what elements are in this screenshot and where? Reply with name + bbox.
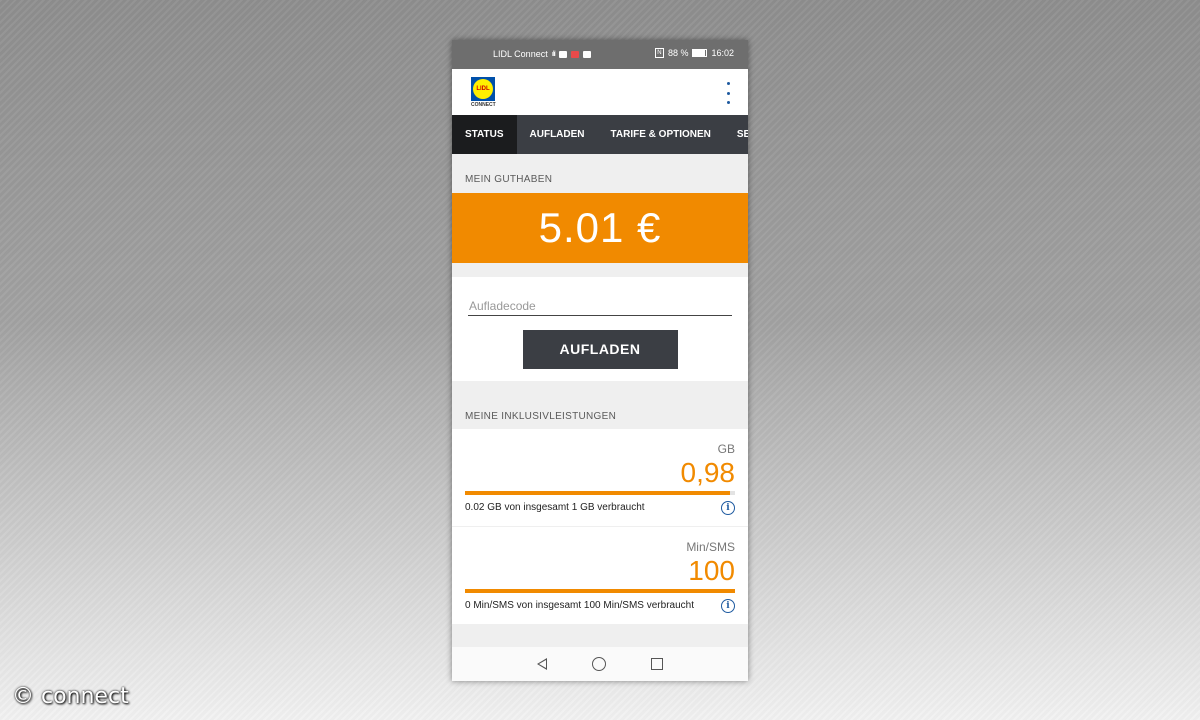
recharge-card: Aufladecode AUFLADEN (452, 277, 748, 381)
info-icon[interactable]: i (721, 501, 735, 515)
data-usage-text: 0.02 GB von insgesamt 1 GB verbraucht (465, 502, 645, 513)
signal-icon: ılıl (551, 50, 556, 58)
app-notification-icon (570, 50, 579, 58)
logo-circle: LIDL (473, 79, 493, 99)
minutes-sms-card: Min/SMS 100 0 Min/SMS von insgesamt 100 … (452, 527, 748, 624)
minutes-sms-usage-text: 0 Min/SMS von insgesamt 100 Min/SMS verb… (465, 600, 694, 611)
minutes-sms-progress-fill (465, 589, 735, 593)
carrier-name: LIDL Connect (493, 49, 548, 59)
android-nav-bar (452, 647, 748, 681)
balance-label: MEIN GUTHABEN (465, 174, 553, 185)
nfc-icon: N (654, 48, 664, 58)
phone-screen: LIDL Connect ılıl N 88 % 16:02 LIDL CONN… (452, 40, 748, 681)
tab-service[interactable]: SERVI (724, 115, 748, 154)
data-progress-fill (465, 491, 730, 495)
clock: 16:02 (711, 48, 734, 58)
data-unit: GB (717, 442, 735, 456)
battery-percent: 88 % (667, 48, 689, 58)
battery-icon (692, 49, 708, 57)
tab-tarife-optionen[interactable]: TARIFE & OPTIONEN (598, 115, 724, 154)
tab-status[interactable]: STATUS (452, 115, 517, 154)
lidl-connect-logo: LIDL CONNECT (471, 77, 496, 108)
balance-value: 5.01 € (452, 193, 748, 263)
data-usage-card: GB 0,98 0.02 GB von insgesamt 1 GB verbr… (452, 429, 748, 526)
info-icon[interactable]: i (721, 599, 735, 613)
minutes-sms-remaining: 100 (688, 555, 735, 586)
home-icon[interactable] (592, 657, 606, 671)
connect-watermark: © connect (12, 684, 129, 709)
back-icon[interactable] (537, 658, 547, 670)
tab-bar: STATUS AUFLADEN TARIFE & OPTIONEN SERVI (452, 115, 748, 154)
image-notification-icon (582, 50, 591, 58)
tab-aufladen[interactable]: AUFLADEN (517, 115, 598, 154)
inclusive-label: MEINE INKLUSIVLEISTUNGEN (465, 411, 617, 422)
recharge-button[interactable]: AUFLADEN (522, 330, 678, 369)
menu-dot (726, 101, 730, 104)
data-progress-bar (465, 491, 735, 495)
menu-dot (726, 91, 730, 95)
overflow-menu-icon[interactable] (725, 82, 731, 104)
app-bar: LIDL CONNECT (452, 69, 748, 115)
status-left: LIDL Connect ılıl (493, 49, 591, 59)
minutes-sms-unit: Min/SMS (686, 540, 735, 554)
status-bar: LIDL Connect ılıl N 88 % 16:02 (452, 40, 748, 69)
recent-apps-icon[interactable] (651, 658, 663, 670)
logo-box: LIDL (471, 77, 495, 101)
message-notification-icon (558, 50, 567, 58)
logo-subtext: CONNECT (471, 102, 496, 108)
recharge-code-input[interactable]: Aufladecode (468, 297, 732, 316)
minutes-sms-progress-bar (465, 589, 735, 593)
menu-dot (726, 82, 730, 85)
status-right: N 88 % 16:02 (654, 48, 734, 58)
data-remaining: 0,98 (680, 457, 736, 488)
